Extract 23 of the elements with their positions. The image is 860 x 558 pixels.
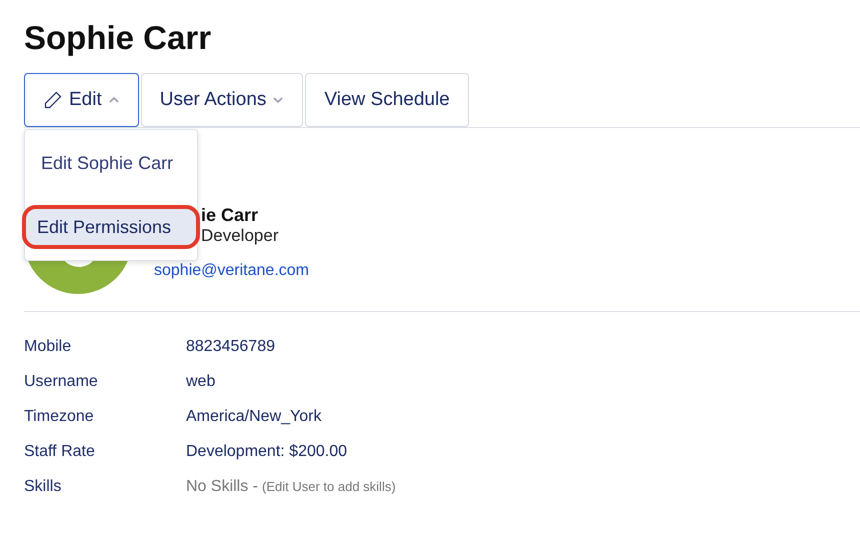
menu-item[interactable]: Edit Permissions [22, 205, 200, 249]
field-note: (Edit User to add skills) [262, 479, 396, 494]
field-value: 8823456789 [186, 338, 275, 355]
user-name: ie Carr [201, 204, 260, 226]
menu-item[interactable]: Edit Sophie Carr [25, 141, 197, 185]
field-label: Username [24, 373, 99, 391]
user-role: Developer [201, 226, 280, 246]
field-value: web [186, 373, 216, 390]
caret-icon [108, 96, 120, 104]
page-title: Sophie Carr [24, 18, 212, 58]
field-label: Skills [24, 478, 62, 496]
field-label: Staff Rate [24, 443, 96, 461]
field-value: No Skills - [186, 478, 258, 495]
field-label: Mobile [24, 338, 72, 356]
field-value: Development: $200.00 [186, 443, 347, 460]
schedule-button[interactable]: View Schedule [305, 73, 469, 127]
caret-icon [272, 96, 284, 104]
field-value: America/New_York [186, 408, 322, 425]
edit-button[interactable]: Edit [24, 73, 139, 127]
pencil-icon [43, 90, 63, 110]
menu-button[interactable]: User Actions [140, 73, 304, 127]
email-link[interactable]: sophie@veritane.com [154, 262, 309, 280]
field-label: Timezone [24, 408, 95, 426]
